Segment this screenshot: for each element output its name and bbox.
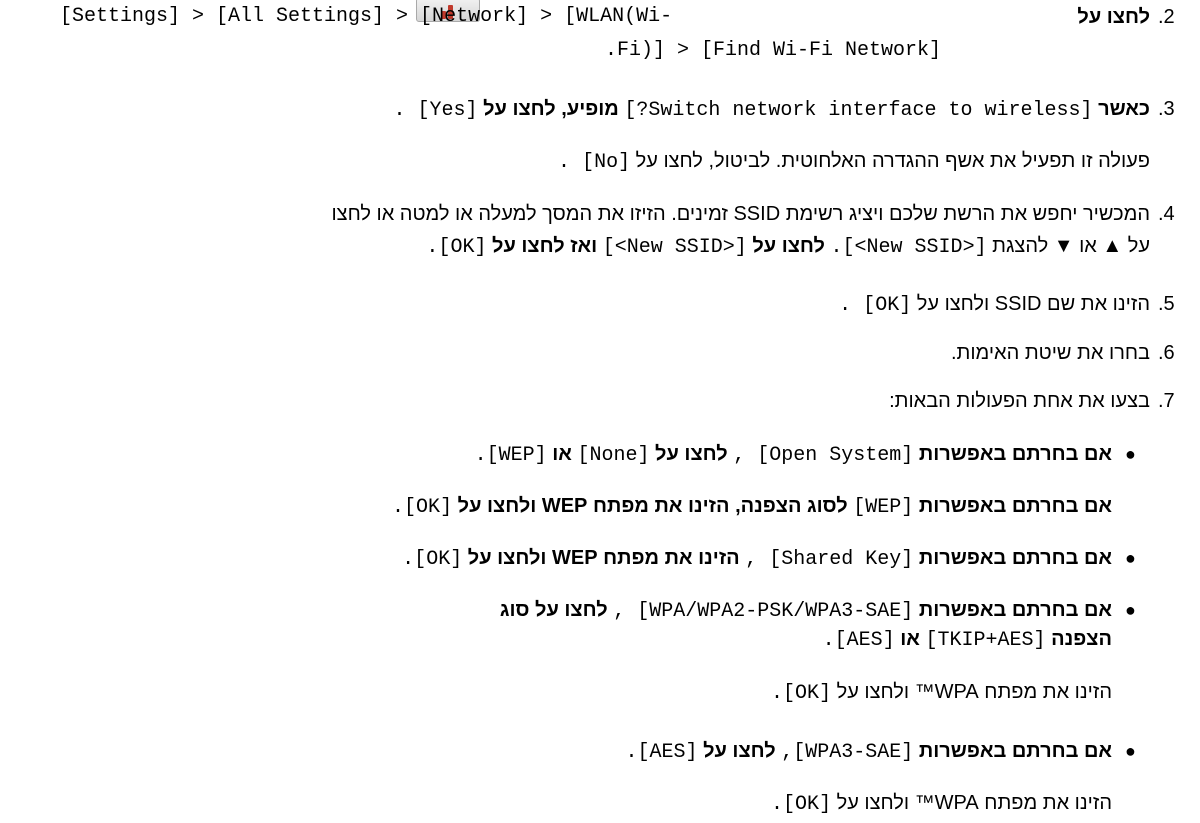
encryption-label: הצפנה	[1051, 628, 1112, 650]
new-ssid-option-2: [<New SSID>]	[602, 236, 747, 259]
bullet-dot: ●	[1125, 600, 1136, 620]
step-3-line: כאשר [Switch network interface to wirele…	[394, 96, 1151, 124]
wpa3-key-note: הזינו את מפתח WPA™ ולחצו על [OK].	[771, 790, 1112, 818]
step-5-number: .5	[1158, 293, 1175, 315]
step-2-path-line-2: .Fi)] > [Find Wi-Fi Network]	[605, 39, 942, 62]
shared-key-text: הזינו את מפתח WEP ולחצו על	[467, 547, 740, 569]
ok-option: [OK].	[402, 548, 463, 571]
bullet-dot: ●	[1125, 741, 1136, 761]
ok-option: [OK].	[426, 236, 487, 259]
tkip-aes-option: [TKIP+AES]	[925, 629, 1046, 652]
aes-option: [AES].	[822, 629, 895, 652]
if-chosen-label: אם בחרתם באפשרות	[918, 495, 1112, 517]
if-chosen-label: אם בחרתם באפשרות	[918, 599, 1112, 621]
switch-network-prompt: [Switch network interface to wireless?]	[624, 99, 1093, 122]
wep-encryption-note: אם בחרתם באפשרות [WEP] לסוג הצפנה, הזינו…	[392, 493, 1112, 521]
step-4-arrows-text: על ▲ או ▼ להצגת	[992, 235, 1150, 257]
bullet-wpa3: אם בחרתם באפשרות [WPA3-SAE], לחצו על [AE…	[625, 738, 1112, 766]
step-2-number: .2	[1158, 4, 1175, 30]
step-3-number: .3	[1158, 98, 1175, 120]
step-3-note-text: פעולה זו תפעיל את אשף ההגדרה האלחוטית. ל…	[635, 150, 1150, 172]
no-option: [No] .	[558, 151, 631, 174]
click-label: לחצו על	[655, 443, 728, 465]
if-chosen-label: אם בחרתם באפשרות	[918, 740, 1112, 762]
step-5-text: הזינו את שם SSID ולחצו על	[916, 293, 1150, 315]
ok-option: [OK].	[771, 682, 832, 705]
none-option: [None]	[577, 444, 650, 467]
step-2-verb: לחצו על	[1077, 6, 1150, 28]
aes-option: [AES].	[625, 741, 698, 764]
step-3-when: כאשר	[1098, 98, 1150, 120]
step-4-line-1: המכשיר יחפש את הרשת שלכם ויציג רשימת SSI…	[331, 203, 1150, 225]
new-ssid-option: [<New SSID>].	[830, 236, 987, 259]
bullet-dot: ●	[1125, 444, 1136, 464]
or-label: או	[552, 443, 572, 465]
step-number: .2	[1158, 6, 1175, 28]
ok-option: [OK].	[771, 793, 832, 816]
step-3-appears: מופיע, לחצו על	[483, 98, 619, 120]
wpa-option: [WPA/WPA2-PSK/WPA3-SAE] ,	[613, 600, 914, 623]
step-7-text: בצעו את אחת הפעולות הבאות:	[889, 390, 1150, 412]
step-7-number: .7	[1158, 390, 1175, 412]
step-5-line: הזינו את שם SSID ולחצו על [OK] .	[839, 291, 1150, 319]
bullet-wpa-line-2: הצפנה [TKIP+AES] או [AES].	[823, 626, 1112, 654]
bullet-shared-key: אם בחרתם באפשרות [Shared Key] , הזינו את…	[402, 545, 1112, 573]
yes-option: [Yes] .	[393, 99, 478, 122]
click-encryption-type-label: לחצו על סוג	[499, 599, 608, 621]
ok-option: [OK] .	[839, 294, 912, 317]
bullet-wpa-line-1: אם בחרתם באפשרות [WPA/WPA2-PSK/WPA3-SAE]…	[500, 597, 1112, 625]
if-chosen-label: אם בחרתם באפשרות	[918, 547, 1112, 569]
or-label: או	[900, 628, 920, 650]
wep-option: [WEP].	[474, 444, 547, 467]
click-label: לחצו על	[703, 740, 776, 762]
wpa3-key-text: הזינו את מפתח WPA™ ולחצו על	[836, 792, 1112, 814]
step-4-then-click: ואז לחצו על	[492, 235, 598, 257]
step-6-text: בחרו את שיטת האימות.	[950, 342, 1150, 364]
if-chosen-label: אם בחרתם באפשרות	[918, 443, 1112, 465]
step-4-line-2: על ▲ או ▼ להצגת [<New SSID>]. לחצו על [<…	[426, 233, 1150, 261]
shared-key-option: [Shared Key] ,	[745, 548, 914, 571]
ok-option: [OK].	[392, 496, 453, 519]
wep-note-text: לסוג הצפנה, הזינו את מפתח WEP ולחצו על	[457, 495, 848, 517]
bullet-dot: ●	[1125, 548, 1136, 568]
step-6-number: .6	[1158, 342, 1175, 364]
open-system-option: [Open System] ,	[733, 444, 914, 467]
bullet-open-system: אם בחרתם באפשרות [Open System] , לחצו על…	[475, 441, 1112, 469]
step-4-click: לחצו על	[752, 235, 825, 257]
wep-option: [WEP]	[853, 496, 914, 519]
step-4-number: .4	[1158, 203, 1175, 225]
wpa-key-text: הזינו את מפתח WPA™ ולחצו על	[836, 681, 1112, 703]
wpa3-sae-option: [WPA3-SAE],	[781, 741, 914, 764]
step-2-path-line-1: [Settings] > [All Settings] > [Network] …	[60, 5, 673, 28]
step-3-note: פעולה זו תפעיל את אשף ההגדרה האלחוטית. ל…	[558, 148, 1150, 176]
wpa-key-note: הזינו את מפתח WPA™ ולחצו על [OK].	[771, 679, 1112, 707]
